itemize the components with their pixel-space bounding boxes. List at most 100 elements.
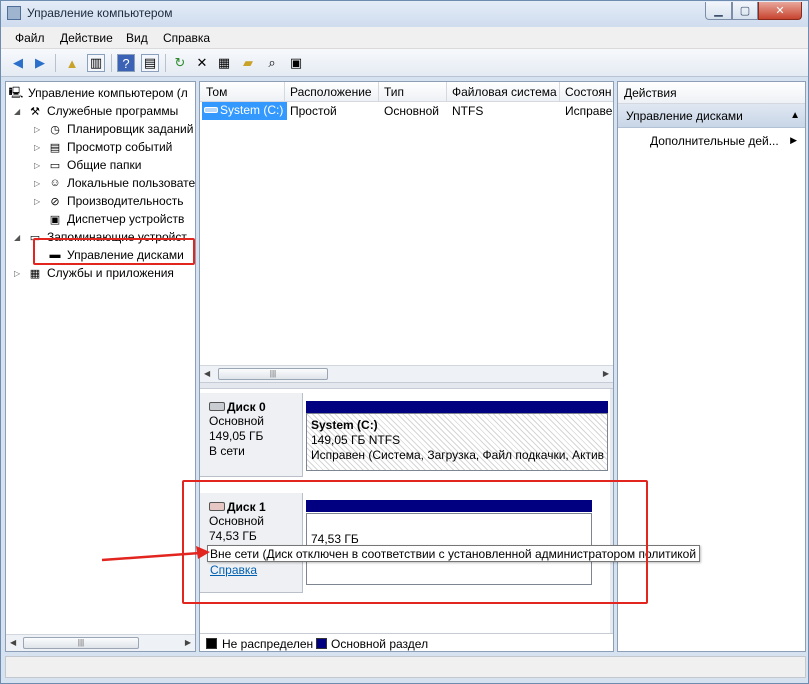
submenu-arrow-icon: ▶ — [790, 135, 797, 145]
scroll-left-icon[interactable]: ◀ — [10, 638, 16, 647]
expand-icon[interactable]: ▷ — [34, 197, 44, 206]
volume-icon — [204, 107, 218, 113]
partition-size: 149,05 ГБ NTFS — [311, 433, 401, 447]
performance-icon: ⊘ — [50, 195, 60, 208]
forward-icon[interactable]: ▶ — [31, 54, 49, 72]
column-divider[interactable] — [284, 82, 285, 102]
volume-layout: Простой — [290, 104, 337, 118]
expand-icon[interactable]: ▷ — [34, 125, 44, 134]
column-header-filesystem[interactable]: Файловая система — [452, 85, 558, 99]
legend-primary: Основной раздел — [331, 637, 429, 651]
expand-icon[interactable]: ▷ — [34, 179, 44, 188]
tree-item-root[interactable]: 🖳 Управление компьютером (л — [8, 84, 188, 102]
toolbar-separator — [55, 54, 56, 72]
tree-item-label: Производительность — [67, 194, 184, 208]
toolbar-separator — [165, 54, 166, 72]
expand-icon[interactable]: ▷ — [14, 269, 24, 278]
tree-item-event-viewer[interactable]: ▷ ▤ Просмотр событий — [34, 138, 172, 156]
show-hide-tree-icon[interactable]: ▥ — [87, 54, 105, 72]
column-divider[interactable] — [559, 82, 560, 102]
back-icon[interactable]: ◀ — [9, 54, 27, 72]
properties-icon[interactable]: ▦ — [215, 54, 233, 72]
minimize-button[interactable]: ▁ — [705, 2, 732, 20]
tree-item-services[interactable]: ▷ ▦ Службы и приложения — [14, 264, 174, 282]
menu-help[interactable]: Справка — [163, 31, 210, 45]
clock-icon: ◷ — [50, 123, 60, 136]
tree-item-system-tools[interactable]: ◢ ⚒ Служебные программы — [14, 102, 178, 120]
maximize-icon: ▢ — [739, 5, 751, 17]
tree-item-task-scheduler[interactable]: ▷ ◷ Планировщик заданий — [34, 120, 193, 138]
column-divider[interactable] — [378, 82, 379, 102]
title-bar: Управление компьютером ▁ ▢ ✕ — [1, 1, 808, 27]
menu-file[interactable]: Файл — [15, 31, 45, 45]
volume-list-header: Том Расположение Тип Файловая система Со… — [200, 82, 613, 102]
column-header-status[interactable]: Состоян — [565, 85, 613, 99]
column-header-layout[interactable]: Расположение — [290, 85, 378, 99]
collapse-icon[interactable]: ◢ — [14, 107, 24, 116]
scroll-left-icon[interactable]: ◀ — [204, 369, 210, 378]
help-icon[interactable]: ? — [117, 54, 135, 72]
scroll-right-icon[interactable]: ▶ — [603, 369, 609, 378]
scrollbar-thumb[interactable]: ||| — [218, 368, 328, 380]
tree-item-performance[interactable]: ▷ ⊘ Производительность — [34, 192, 183, 210]
partition-title: System (C:) — [311, 418, 378, 432]
column-header-type[interactable]: Тип — [384, 85, 446, 99]
actions-section-disk-management[interactable]: Управление дисками ▲ — [618, 104, 805, 128]
tree-item-label: Локальные пользовате — [67, 176, 196, 190]
menu-view[interactable]: Вид — [126, 31, 148, 45]
tree-item-local-users[interactable]: ▷ ☺ Локальные пользовате — [34, 174, 195, 192]
pane-splitter[interactable] — [200, 382, 613, 389]
collapse-icon[interactable]: ▲ — [790, 110, 800, 121]
tree-item-label: Службы и приложения — [47, 266, 174, 280]
volume-row-name[interactable]: System (C:) — [202, 102, 288, 120]
expand-icon[interactable]: ▷ — [34, 161, 44, 170]
legend-unallocated: Не распределен — [222, 637, 314, 651]
legend-swatch-unallocated — [206, 638, 217, 649]
refresh-icon[interactable]: ↻ — [171, 54, 189, 72]
primary-partition-bar — [306, 401, 608, 413]
volume-list-horizontal-scrollbar[interactable]: ◀ ||| ▶ — [200, 365, 613, 382]
maximize-button[interactable]: ▢ — [732, 2, 758, 20]
scrollbar-thumb[interactable]: ||| — [23, 637, 139, 649]
tree-item-device-manager[interactable]: ▣ Диспетчер устройств — [47, 210, 185, 228]
status-bar — [5, 656, 806, 678]
column-divider[interactable] — [446, 82, 447, 102]
collapse-icon[interactable]: ◢ — [14, 233, 24, 242]
search-icon[interactable]: ⌕ — [263, 54, 281, 72]
disk-0-label[interactable]: Диск 0 Основной 149,05 ГБ В сети — [200, 393, 303, 477]
annotation-arrow-icon — [101, 546, 210, 562]
legend-swatch-primary — [316, 638, 327, 649]
scroll-right-icon[interactable]: ▶ — [185, 638, 191, 647]
disk-name: Диск 0 — [227, 399, 266, 414]
legend: Не распределен Основной раздел — [200, 633, 613, 651]
menu-action[interactable]: Действие — [60, 31, 113, 45]
show-hide-action-pane-icon[interactable]: ▤ — [141, 54, 159, 72]
tree-item-label: Общие папки — [67, 158, 142, 172]
volume-type: Основной — [384, 104, 440, 118]
open-icon[interactable]: ▰ — [239, 54, 257, 72]
toolbar-separator — [111, 54, 112, 72]
tree-item-label: Служебные программы — [47, 104, 179, 118]
tree-horizontal-scrollbar[interactable]: ◀ ||| ▶ — [6, 634, 195, 651]
actions-header: Действия — [618, 82, 805, 104]
minimize-icon: ▁ — [714, 5, 723, 17]
toolbar: ◀ ▶ ▲ ▥ ? ▤ ↻ ✕ ▦ ▰ ⌕ ▣ — [1, 49, 808, 77]
expand-icon[interactable]: ▷ — [34, 143, 44, 152]
users-icon: ☺ — [49, 177, 61, 189]
window-title: Управление компьютером — [27, 6, 173, 20]
tree-item-label: Просмотр событий — [67, 140, 173, 154]
partition-system-c[interactable]: System (C:) 149,05 ГБ NTFS Исправен (Сис… — [306, 413, 608, 471]
partition-status: Исправен (Система, Загрузка, Файл подкач… — [311, 448, 605, 462]
rescan-icon[interactable]: ▣ — [287, 54, 305, 72]
volume-status: Исправе — [565, 104, 613, 118]
tree-item-shared-folders[interactable]: ▷ ▭ Общие папки — [34, 156, 141, 174]
column-header-volume[interactable]: Том — [206, 85, 284, 99]
actions-more[interactable]: Дополнительные дей... ▶ — [618, 132, 805, 152]
computer-icon: 🖳 — [8, 86, 24, 99]
close-button[interactable]: ✕ — [758, 2, 802, 20]
device-manager-icon: ▣ — [49, 213, 61, 226]
delete-icon[interactable]: ✕ — [193, 54, 211, 72]
volume-name: System (C:) — [220, 103, 284, 117]
up-folder-icon[interactable]: ▲ — [63, 54, 81, 72]
close-icon: ✕ — [775, 5, 785, 17]
